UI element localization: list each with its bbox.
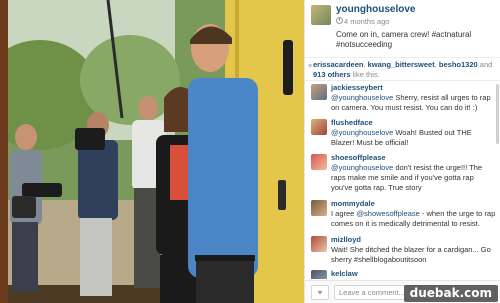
comment-username[interactable]: jackiesseybert: [331, 83, 383, 92]
liker-link[interactable]: kwang_bittersweet: [368, 60, 435, 69]
comment-prefix: I agree: [331, 209, 357, 218]
comment-text: I agree @showesoffplease - when the urge…: [331, 209, 497, 229]
commenter-avatar[interactable]: [311, 200, 327, 216]
comment-mention[interactable]: @younghouselove: [331, 93, 393, 102]
post-photo: [0, 0, 304, 303]
clock-icon: [336, 17, 343, 24]
watermark: duebak.com: [403, 285, 498, 302]
post-caption: Come on in, camera crew! #actnatural #no…: [336, 30, 472, 49]
commenter-avatar[interactable]: [311, 119, 327, 135]
comment-mention[interactable]: @younghouselove: [331, 128, 393, 137]
comment-text: Wait! She ditched the blazer for a cardi…: [331, 245, 491, 264]
commenter-avatar[interactable]: [311, 84, 327, 100]
comment-text: @younghouselove don't resist the urge!!!…: [331, 163, 497, 193]
commenter-avatar[interactable]: [311, 270, 327, 279]
commenter-avatar[interactable]: [311, 154, 327, 170]
comments-scrollbar[interactable]: [496, 84, 499, 144]
post-sidebar: younghouselove 4 months ago Come on in, …: [304, 0, 500, 303]
like-button[interactable]: ♥: [311, 285, 329, 300]
heart-icon: ♥: [308, 63, 313, 70]
post-username[interactable]: younghouselove: [336, 4, 415, 15]
comment-mention[interactable]: @younghouselove: [331, 163, 393, 172]
likes-suffix: like this.: [352, 69, 380, 79]
heart-icon: ♥: [317, 288, 323, 297]
comment-username[interactable]: shoesoffplease: [331, 153, 386, 162]
likes-summary: ♥ erissacardeen, kwang_bittersweet, besh…: [305, 57, 500, 81]
likes-count-link[interactable]: 913 others: [313, 70, 351, 79]
comment-mention[interactable]: @showesoffplease: [356, 209, 419, 218]
comment-username[interactable]: mizlloyd: [331, 235, 361, 244]
post-timestamp: 4 months ago: [344, 17, 390, 26]
comment-username[interactable]: flushedface: [331, 118, 373, 127]
comments-list: jackiesseybert @younghouselove Sherry, r…: [305, 82, 500, 279]
photo-illustration: [0, 0, 304, 303]
comment-username[interactable]: mommydale: [331, 199, 375, 208]
commenter-avatar[interactable]: [311, 236, 327, 252]
post-header: younghouselove 4 months ago Come on in, …: [305, 0, 500, 58]
comment-username[interactable]: kelclaw: [331, 269, 358, 278]
liker-link[interactable]: besho1320: [439, 60, 478, 69]
liker-link[interactable]: erissacardeen: [313, 60, 363, 69]
user-avatar[interactable]: [311, 5, 331, 25]
comment-text: @younghouselove Sherry, resist all urges…: [331, 93, 497, 113]
comment-text: @younghouselove Woah! Busted out THE Bla…: [331, 128, 497, 148]
